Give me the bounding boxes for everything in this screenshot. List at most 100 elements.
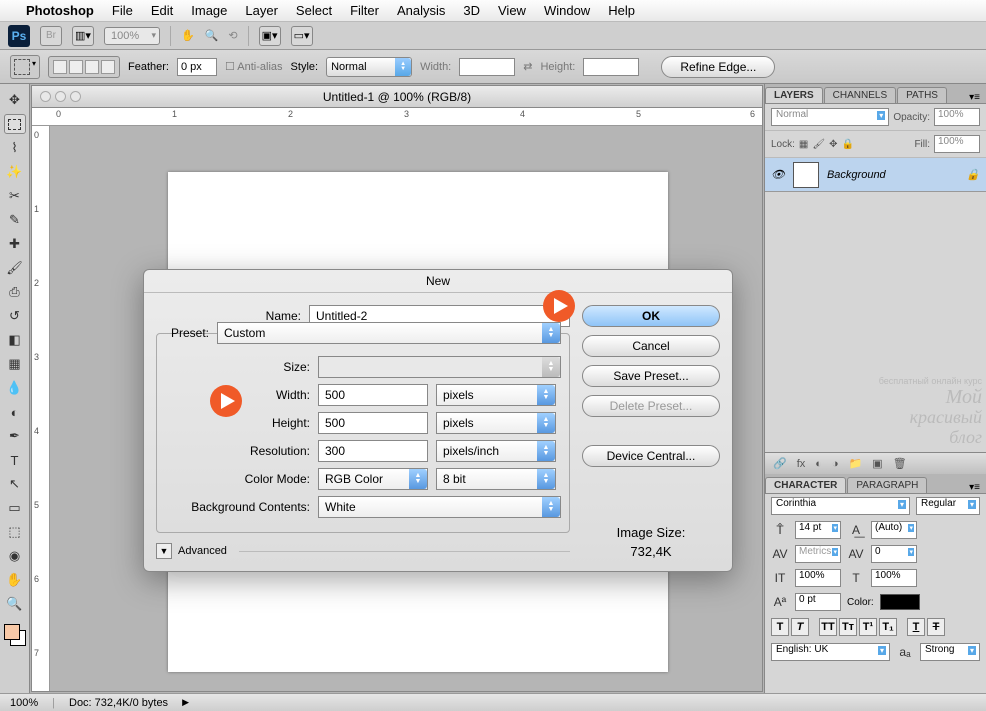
- antialias-select[interactable]: Strong: [920, 643, 980, 661]
- italic-button[interactable]: T: [791, 618, 809, 636]
- menu-analysis[interactable]: Analysis: [397, 3, 445, 18]
- stamp-tool[interactable]: ⎙: [4, 282, 26, 302]
- resolution-unit[interactable]: pixels/inch▲▼: [436, 440, 556, 462]
- font-weight-select[interactable]: Regular: [916, 497, 980, 515]
- menu-help[interactable]: Help: [608, 3, 635, 18]
- refine-edge-button[interactable]: Refine Edge...: [661, 56, 775, 78]
- dheight-input[interactable]: [318, 412, 428, 434]
- sel-add-icon[interactable]: [69, 60, 83, 74]
- menu-file[interactable]: File: [112, 3, 133, 18]
- status-doc-size[interactable]: Doc: 732,4K/0 bytes: [69, 697, 168, 709]
- dwidth-unit[interactable]: pixels▲▼: [436, 384, 556, 406]
- layer-row[interactable]: 👁 Background 🔒: [765, 158, 986, 192]
- resolution-input[interactable]: [318, 440, 428, 462]
- font-family-select[interactable]: Corinthia: [771, 497, 910, 515]
- panel-menu-icon[interactable]: ▾≡: [963, 92, 986, 103]
- menu-image[interactable]: Image: [191, 3, 227, 18]
- size-select[interactable]: ▲▼: [318, 356, 561, 378]
- font-size-input[interactable]: 14 pt: [795, 521, 841, 539]
- hand-icon[interactable]: ✋: [181, 29, 195, 42]
- ruler-vertical[interactable]: 01234567: [32, 126, 50, 691]
- crop-tool[interactable]: ✂: [4, 186, 26, 206]
- layer-name[interactable]: Background: [827, 169, 886, 181]
- pen-tool[interactable]: ✒: [4, 426, 26, 446]
- tab-layers[interactable]: LAYERS: [765, 87, 823, 103]
- move-tool[interactable]: ✥: [4, 90, 26, 110]
- status-zoom[interactable]: 100%: [10, 697, 38, 709]
- tab-paths[interactable]: PATHS: [897, 87, 947, 103]
- baseline-input[interactable]: 0 pt: [795, 593, 841, 611]
- link-icon[interactable]: 🔗: [773, 457, 787, 470]
- view-mode-button[interactable]: ▥▾: [72, 26, 94, 46]
- new-layer-icon[interactable]: ▣: [872, 457, 882, 470]
- bold-button[interactable]: T: [771, 618, 789, 636]
- screen-mode-button[interactable]: ▭▾: [291, 26, 313, 46]
- path-tool[interactable]: ↖: [4, 474, 26, 494]
- panel-menu-icon[interactable]: ▾≡: [963, 482, 986, 493]
- lock-pixels-icon[interactable]: 🖌: [812, 139, 825, 150]
- heal-tool[interactable]: ✚: [4, 234, 26, 254]
- strikethrough-button[interactable]: T: [927, 618, 945, 636]
- eraser-tool[interactable]: ◧: [4, 330, 26, 350]
- hscale-input[interactable]: 100%: [871, 569, 917, 587]
- trash-icon[interactable]: 🗑: [893, 457, 907, 470]
- lock-all-icon[interactable]: 🔒: [841, 139, 853, 150]
- language-select[interactable]: English: UK: [771, 643, 890, 661]
- colormode-select[interactable]: RGB Color▲▼: [318, 468, 428, 490]
- layer-thumbnail[interactable]: [793, 162, 819, 188]
- hand-tool[interactable]: ✋: [4, 570, 26, 590]
- feather-input[interactable]: [177, 58, 217, 76]
- blend-mode-select[interactable]: Normal: [771, 108, 889, 126]
- superscript-button[interactable]: T¹: [859, 618, 877, 636]
- width-input[interactable]: [459, 58, 515, 76]
- ok-button[interactable]: OK: [582, 305, 720, 327]
- ps-icon[interactable]: Ps: [8, 25, 30, 47]
- advanced-disclosure[interactable]: ▼: [156, 543, 172, 559]
- delete-preset-button[interactable]: Delete Preset...: [582, 395, 720, 417]
- folder-icon[interactable]: 📁: [849, 457, 863, 470]
- sel-new-icon[interactable]: [53, 60, 67, 74]
- save-preset-button[interactable]: Save Preset...: [582, 365, 720, 387]
- bridge-button[interactable]: Br: [40, 26, 62, 46]
- color-swatch[interactable]: [4, 624, 26, 646]
- app-name[interactable]: Photoshop: [26, 3, 94, 18]
- arrange-button[interactable]: ▣▾: [259, 26, 281, 46]
- dodge-tool[interactable]: ◐: [4, 402, 26, 422]
- tracking-input[interactable]: 0: [871, 545, 917, 563]
- visibility-icon[interactable]: 👁: [771, 168, 785, 181]
- underline-button[interactable]: T: [907, 618, 925, 636]
- marquee-tool[interactable]: [4, 114, 26, 134]
- menu-select[interactable]: Select: [296, 3, 332, 18]
- zoom-tool[interactable]: 🔍: [4, 594, 26, 614]
- document-titlebar[interactable]: Untitled-1 @ 100% (RGB/8): [32, 86, 762, 108]
- antialias-checkbox[interactable]: ☐ Anti-alias: [225, 60, 283, 73]
- window-controls[interactable]: [40, 91, 81, 102]
- tab-channels[interactable]: CHANNELS: [824, 87, 896, 103]
- sel-intersect-icon[interactable]: [101, 60, 115, 74]
- brush-tool[interactable]: 🖌: [4, 258, 26, 278]
- zoom-dropdown[interactable]: 100%: [104, 27, 160, 45]
- cancel-button[interactable]: Cancel: [582, 335, 720, 357]
- menu-layer[interactable]: Layer: [245, 3, 278, 18]
- kerning-input[interactable]: Metrics: [795, 545, 841, 563]
- mask-icon[interactable]: ◐: [815, 458, 822, 470]
- lasso-tool[interactable]: ⌇: [4, 138, 26, 158]
- dheight-unit[interactable]: pixels▲▼: [436, 412, 556, 434]
- smallcaps-button[interactable]: Tᴛ: [839, 618, 857, 636]
- style-select[interactable]: Normal▲▼: [326, 57, 412, 77]
- sel-subtract-icon[interactable]: [85, 60, 99, 74]
- fill-input[interactable]: 100%: [934, 135, 980, 153]
- opacity-input[interactable]: 100%: [934, 108, 980, 126]
- dwidth-input[interactable]: [318, 384, 428, 406]
- blur-tool[interactable]: 💧: [4, 378, 26, 398]
- zoom-icon[interactable]: 🔍: [205, 29, 219, 42]
- subscript-button[interactable]: T₁: [879, 618, 897, 636]
- height-input[interactable]: [583, 58, 639, 76]
- 3d-camera-tool[interactable]: ◉: [4, 546, 26, 566]
- eyedropper-tool[interactable]: ✎: [4, 210, 26, 230]
- type-tool[interactable]: T: [4, 450, 26, 470]
- history-brush-tool[interactable]: ↺: [4, 306, 26, 326]
- status-arrow-icon[interactable]: ▶: [182, 697, 189, 708]
- menu-filter[interactable]: Filter: [350, 3, 379, 18]
- text-color-swatch[interactable]: [880, 594, 920, 610]
